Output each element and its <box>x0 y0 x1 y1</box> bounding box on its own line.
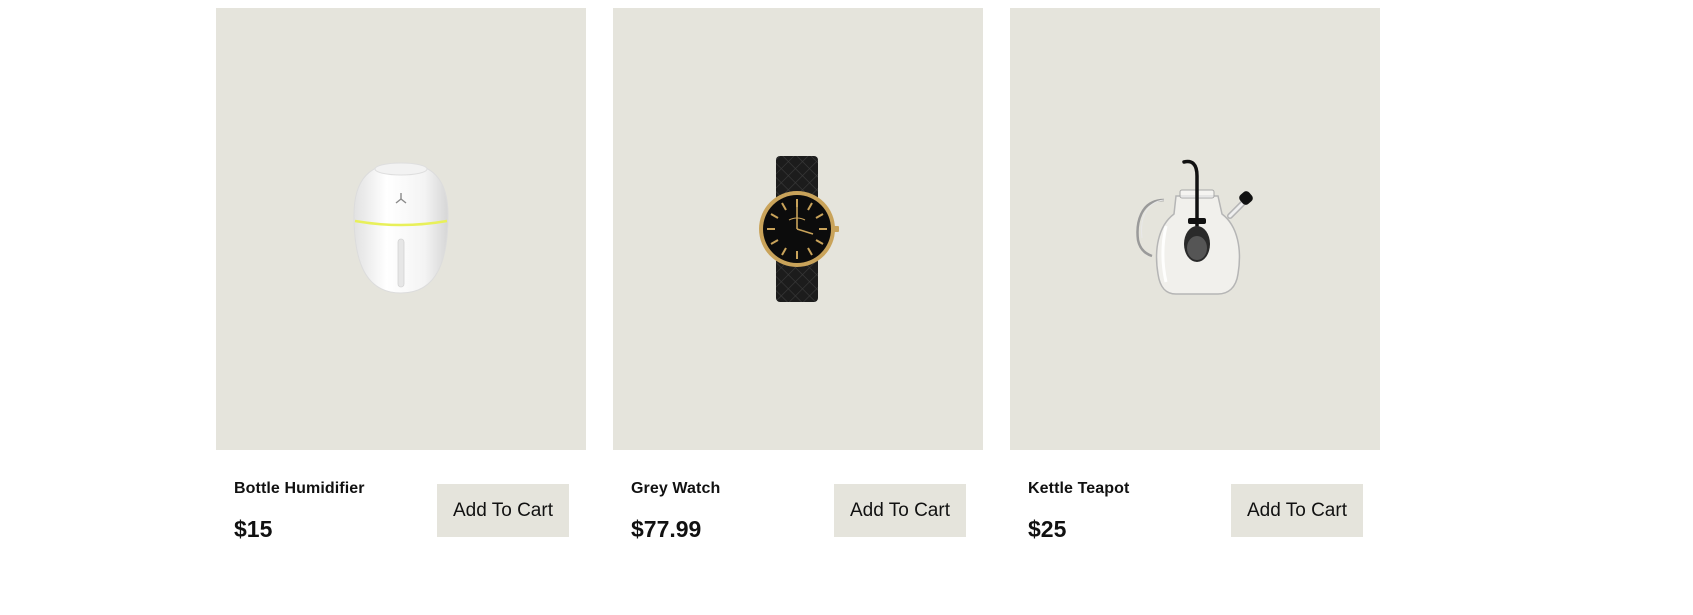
product-card: Grey Watch $77.99 Add To Cart <box>613 8 983 560</box>
add-to-cart-button[interactable]: Add To Cart <box>834 484 966 537</box>
product-grid: Bottle Humidifier $15 Add To Cart Grey W… <box>216 8 1380 560</box>
product-info: Grey Watch $77.99 Add To Cart <box>613 450 983 560</box>
product-image[interactable] <box>216 8 586 450</box>
teapot-icon <box>1136 159 1253 295</box>
product-name[interactable]: Grey Watch <box>631 480 720 498</box>
product-name[interactable]: Bottle Humidifier <box>234 480 365 498</box>
product-price: $15 <box>234 516 273 542</box>
product-price: $25 <box>1028 516 1067 542</box>
watch-icon <box>759 156 839 302</box>
product-image[interactable] <box>1010 8 1380 450</box>
product-image[interactable] <box>613 8 983 450</box>
humidifier-icon <box>353 162 449 294</box>
product-card: Kettle Teapot $25 Add To Cart <box>1010 8 1380 560</box>
product-info: Kettle Teapot $25 Add To Cart <box>1010 450 1380 560</box>
product-info: Bottle Humidifier $15 Add To Cart <box>216 450 586 560</box>
product-name[interactable]: Kettle Teapot <box>1028 480 1129 498</box>
add-to-cart-button[interactable]: Add To Cart <box>437 484 569 537</box>
product-price: $77.99 <box>631 516 702 542</box>
product-card: Bottle Humidifier $15 Add To Cart <box>216 8 586 560</box>
add-to-cart-button[interactable]: Add To Cart <box>1231 484 1363 537</box>
